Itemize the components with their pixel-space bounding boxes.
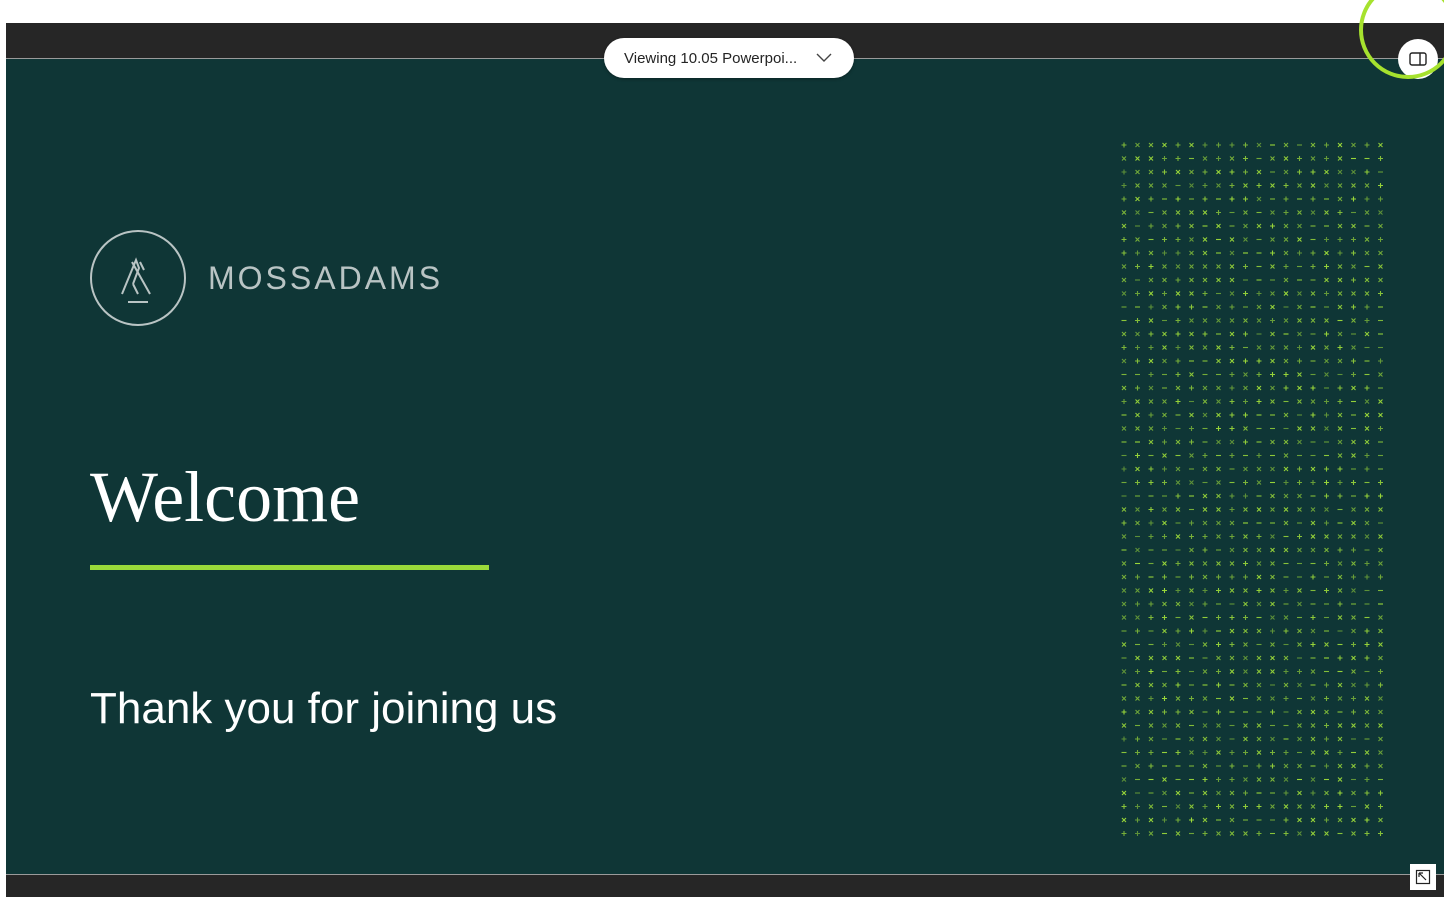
logo-wordmark: MOSSADAMS <box>208 259 444 296</box>
side-panel-button[interactable] <box>1398 39 1438 79</box>
bottom-bar <box>6 874 1444 897</box>
expand-button[interactable] <box>1410 864 1436 890</box>
slide-title: Welcome <box>90 457 361 537</box>
slide-subtitle: Thank you for joining us <box>90 684 558 733</box>
side-panel-icon <box>1409 52 1427 66</box>
title-underline <box>90 565 489 570</box>
presentation-viewer: MOSSADAMS Welcome Thank you for joining … <box>6 23 1444 897</box>
shared-slide: MOSSADAMS Welcome Thank you for joining … <box>6 59 1444 874</box>
logo-mark-icon <box>90 230 186 326</box>
company-logo: MOSSADAMS <box>90 230 443 326</box>
cross-pattern-decoration <box>1121 142 1383 836</box>
expand-arrow-icon <box>1415 869 1431 885</box>
chevron-down-icon <box>816 53 832 62</box>
viewing-file-dropdown[interactable]: Viewing 10.05 Powerpoi... <box>604 38 854 78</box>
viewing-file-label: Viewing 10.05 Powerpoi... <box>624 49 798 67</box>
